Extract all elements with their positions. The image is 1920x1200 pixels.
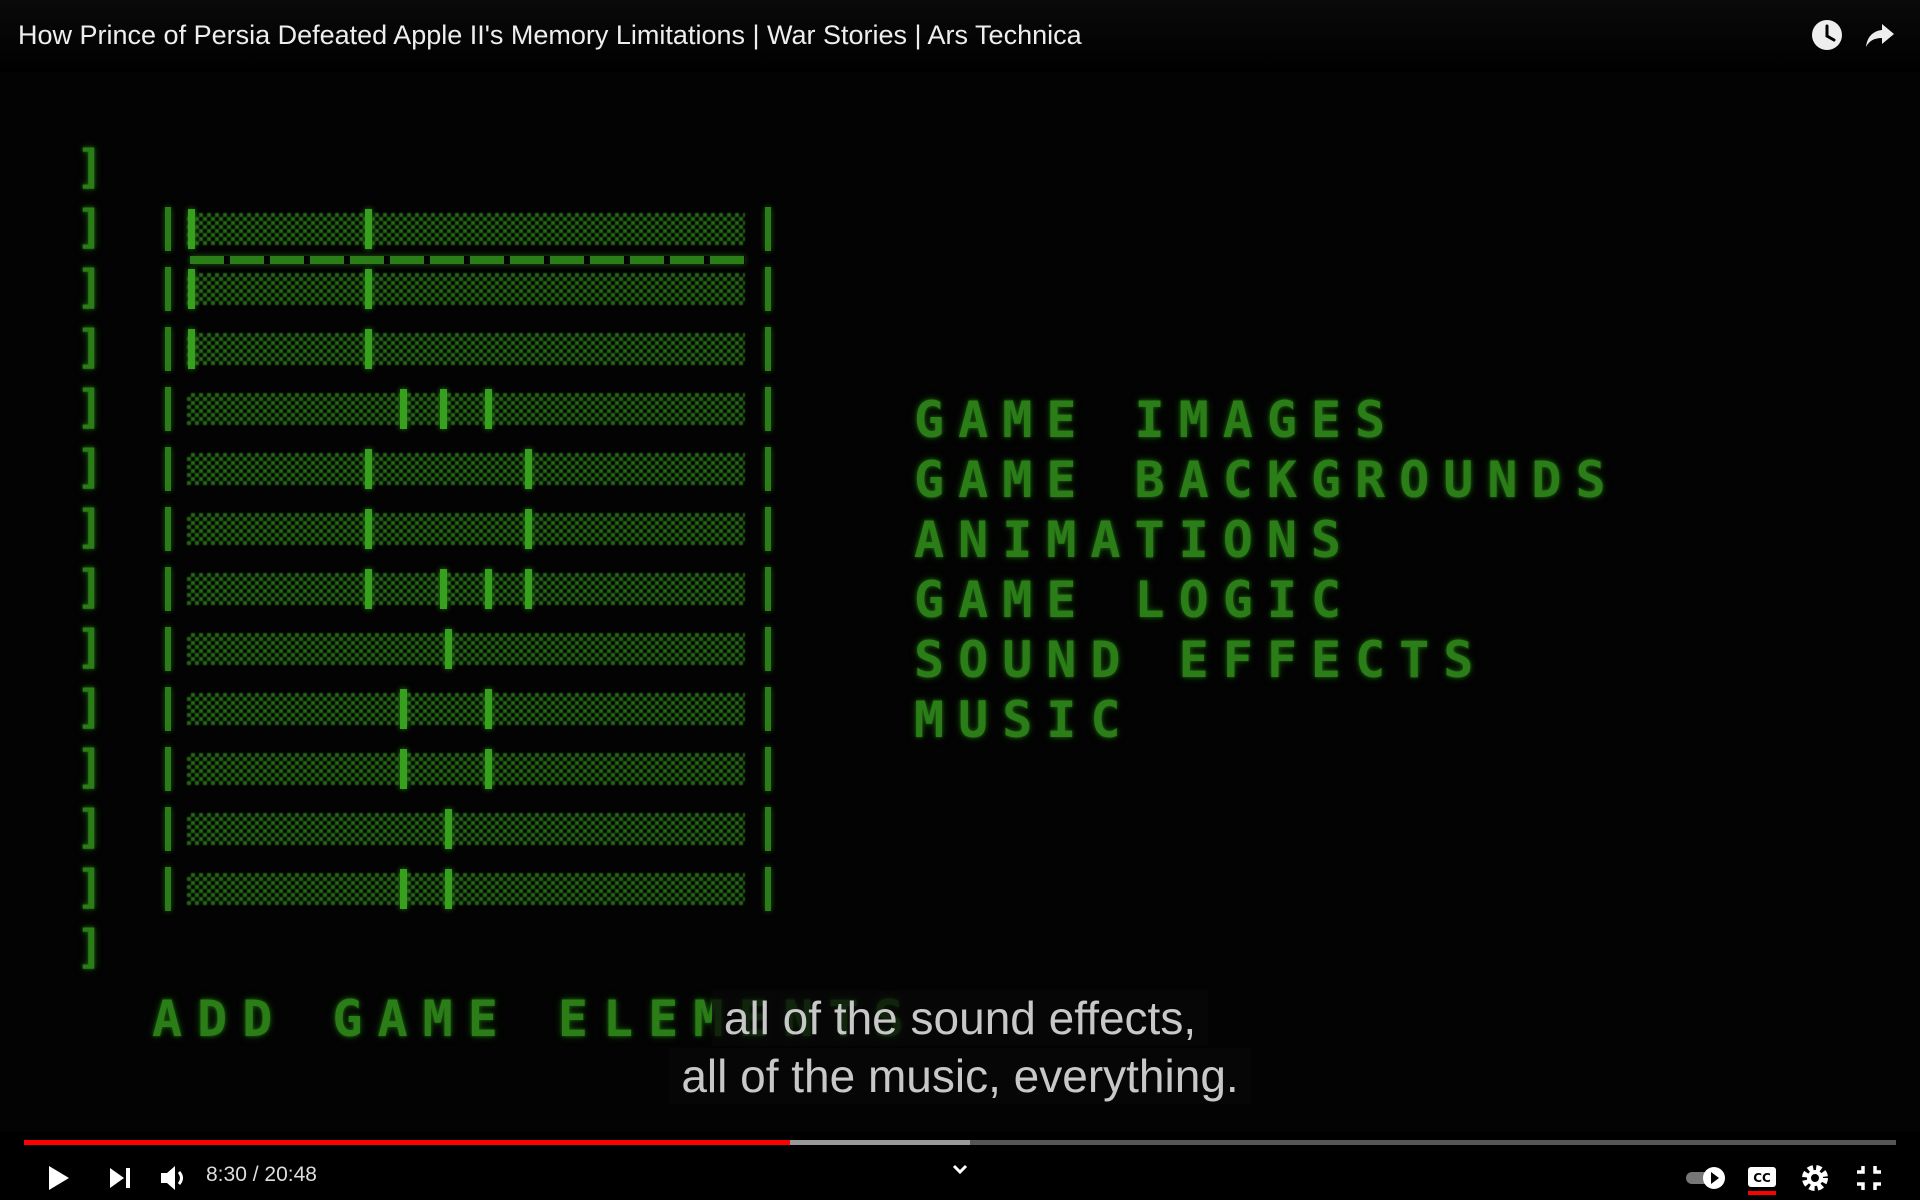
grid-row [165, 747, 771, 791]
grid-row [165, 387, 771, 431]
duration: 20:48 [264, 1163, 317, 1186]
time-separator: / [246, 1163, 265, 1186]
volume-icon[interactable] [156, 1160, 192, 1196]
bracket-glyph: ] [76, 740, 104, 794]
play-icon[interactable] [40, 1160, 76, 1196]
time-display: 8:30 / 20:48 [206, 1163, 317, 1187]
bracket-glyph: ] [76, 200, 104, 254]
player-controls: 8:30 / 20:48 CC [0, 1152, 1920, 1200]
bracket-glyph: ] [76, 320, 104, 374]
bracket-glyph: ] [76, 680, 104, 734]
grid-row [165, 627, 771, 671]
grid-row [165, 327, 771, 371]
svg-text:CC: CC [1753, 1171, 1771, 1185]
menu-item: GAME IMAGES [914, 391, 1400, 449]
gear-icon[interactable] [1797, 1160, 1833, 1196]
cc-icon[interactable]: CC [1744, 1160, 1780, 1196]
bracket-glyph: ] [76, 560, 104, 614]
current-time: 8:30 [206, 1163, 247, 1186]
bracket-glyph: ] [76, 380, 104, 434]
share-arrow-icon[interactable] [1863, 18, 1897, 52]
game-menu: GAME IMAGES GAME BACKGROUNDS ANIMATIONS GAM… [914, 390, 1620, 750]
bracket-glyph: ] [76, 500, 104, 554]
menu-item: GAME BACKGROUNDS [914, 451, 1620, 509]
bracket-glyph: ] [76, 440, 104, 494]
exit-fullscreen-icon[interactable] [1851, 1160, 1887, 1196]
grid-row [165, 687, 771, 731]
menu-item: ANIMATIONS [914, 511, 1356, 569]
captions: all of the sound effects, all of the mus… [0, 990, 1920, 1106]
caption-line-2: all of the music, everything. [669, 1048, 1251, 1104]
menu-item: MUSIC [914, 691, 1135, 749]
grid-row [165, 867, 771, 911]
grid-row [165, 807, 771, 851]
grid-row [165, 207, 771, 251]
video-title[interactable]: How Prince of Persia Defeated Apple II's… [18, 20, 1082, 51]
chevron-down-icon[interactable] [942, 1158, 978, 1182]
autoplay-toggle-icon[interactable] [1684, 1160, 1728, 1196]
menu-item: SOUND EFFECTS [914, 631, 1488, 689]
bracket-glyph: ] [76, 620, 104, 674]
menu-item: GAME LOGIC [914, 571, 1356, 629]
bracket-glyph: ] [76, 140, 104, 194]
grid-top-border [190, 256, 745, 264]
bracket-glyph: ] [76, 800, 104, 854]
progress-played [24, 1140, 791, 1145]
clock-icon[interactable] [1810, 18, 1844, 52]
top-bar: How Prince of Persia Defeated Apple II's… [0, 0, 1920, 72]
next-icon[interactable] [102, 1160, 138, 1196]
grid-row [165, 507, 771, 551]
video-frame[interactable]: ]]]]]]]]]]]]]] GAME IMAGES GAME BACKGROUN… [0, 72, 1920, 1132]
grid-row [165, 567, 771, 611]
grid-row [165, 267, 771, 311]
progress-bar[interactable] [24, 1140, 1896, 1145]
caption-line-1: all of the sound effects, [711, 990, 1209, 1046]
bracket-glyph: ] [76, 860, 104, 914]
bracket-glyph: ] [76, 920, 104, 974]
bracket-glyph: ] [76, 260, 104, 314]
grid-row [165, 447, 771, 491]
